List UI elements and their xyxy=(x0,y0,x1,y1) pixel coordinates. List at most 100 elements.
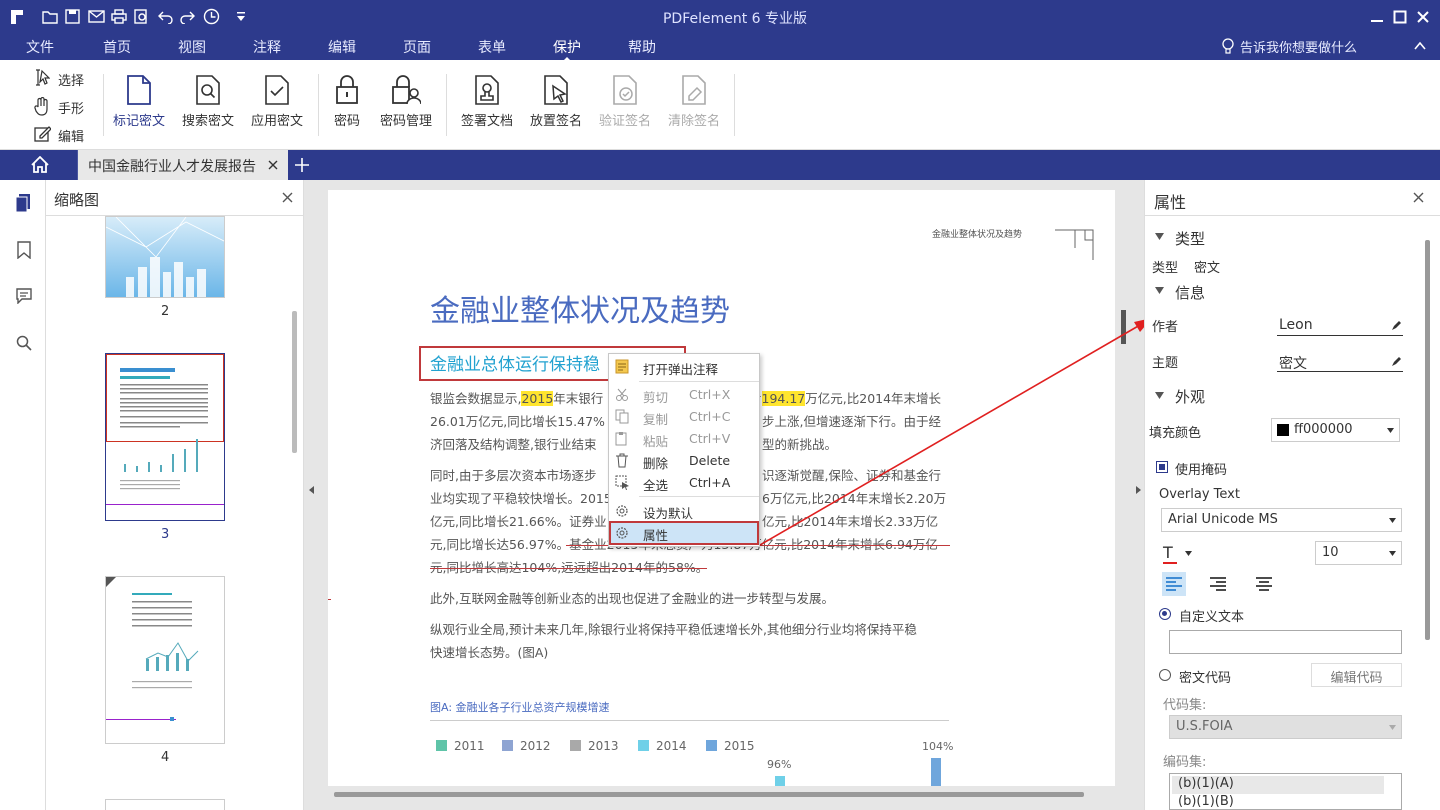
menu-item-delete[interactable]: 删除 Delete xyxy=(609,450,759,472)
font-dropdown[interactable]: Arial Unicode MS xyxy=(1161,508,1402,532)
menu-item-cut[interactable]: 剪切 Ctrl+X xyxy=(609,384,759,406)
thumbnail-page-2[interactable] xyxy=(105,216,225,298)
email-icon[interactable] xyxy=(88,9,105,24)
verify-sign-icon xyxy=(613,75,637,105)
pencil-icon[interactable] xyxy=(1391,320,1402,331)
align-left-button[interactable] xyxy=(1162,572,1186,596)
collapse-right-icon[interactable] xyxy=(1136,486,1142,494)
add-tab-icon[interactable] xyxy=(294,157,310,173)
comment-icon[interactable] xyxy=(16,288,32,304)
font-size-dropdown[interactable]: 10 xyxy=(1315,541,1402,565)
vertical-scrollbar[interactable] xyxy=(1121,310,1126,344)
undo-icon[interactable] xyxy=(158,9,173,24)
menu-form[interactable]: 表单 xyxy=(478,37,506,57)
menu-item-properties[interactable]: 属性 xyxy=(609,521,759,545)
search-icon[interactable] xyxy=(16,335,32,351)
close-tab-icon[interactable] xyxy=(268,160,278,170)
section-type: 类型 xyxy=(1175,230,1206,248)
tell-me-search[interactable]: 告诉我你想要做什么 xyxy=(1240,37,1357,56)
pencil-icon[interactable] xyxy=(1391,356,1402,367)
close-window-icon[interactable] xyxy=(1416,10,1430,24)
edit-code-button[interactable]: 编辑代码 xyxy=(1311,663,1402,687)
quick-access-dropdown-icon[interactable] xyxy=(236,11,246,23)
home-tab[interactable] xyxy=(0,150,78,180)
place-signature-button[interactable]: 放置签名 xyxy=(528,74,584,129)
clear-signature-button[interactable]: 清除签名 xyxy=(666,74,722,129)
bookmark-icon[interactable] xyxy=(17,241,31,259)
save-icon[interactable] xyxy=(65,9,80,24)
print-icon[interactable] xyxy=(111,9,127,24)
menu-protect[interactable]: 保护 xyxy=(553,37,581,62)
section-collapse-icon[interactable] xyxy=(1155,287,1164,294)
text-color-icon: T xyxy=(1163,543,1173,562)
mark-redaction-button[interactable]: 标记密文 xyxy=(111,74,167,129)
thumbnail-page-3[interactable] xyxy=(105,353,225,521)
code-listbox[interactable]: (b)(1)(A) (b)(1)(B) xyxy=(1169,773,1402,810)
fill-color-dropdown[interactable]: ff000000 xyxy=(1271,418,1400,442)
thumbnail-page-4[interactable] xyxy=(105,576,225,744)
horizontal-scrollbar[interactable] xyxy=(334,792,1084,797)
maximize-icon[interactable] xyxy=(1393,10,1407,24)
ribbon-separator xyxy=(446,74,447,136)
close-panel-icon[interactable] xyxy=(282,192,293,203)
redaction-code-radio[interactable] xyxy=(1159,669,1171,681)
subject-field[interactable]: 密文 xyxy=(1277,352,1403,372)
legend-swatch-2013 xyxy=(570,740,581,751)
menu-item-select-all[interactable]: 全选 Ctrl+A xyxy=(609,472,759,494)
menu-page[interactable]: 页面 xyxy=(403,37,431,57)
title-bar: PDFelement 6 专业版 xyxy=(0,0,1440,34)
search-redaction-button[interactable]: 搜索密文 xyxy=(180,74,236,129)
apply-redaction-button[interactable]: 应用密文 xyxy=(249,74,305,129)
align-center-icon[interactable] xyxy=(1256,577,1272,591)
clear-sign-icon xyxy=(682,75,706,105)
thumbnails-scrollbar[interactable] xyxy=(292,311,297,453)
sign-document-button[interactable]: 签署文档 xyxy=(459,74,515,129)
thumbnail-page-5[interactable] xyxy=(105,799,225,810)
legend-label-2012: 2012 xyxy=(520,739,551,753)
overlay-text-label: Overlay Text xyxy=(1159,487,1240,502)
paragraph-line: 6万亿元,比2014年末增长2.20万 xyxy=(762,491,947,506)
close-panel-icon[interactable] xyxy=(1413,192,1424,203)
menu-view[interactable]: 视图 xyxy=(178,37,206,57)
menu-item-open-popup[interactable]: 打开弹出注释 xyxy=(609,356,759,378)
history-icon[interactable] xyxy=(203,8,220,25)
menu-home[interactable]: 首页 xyxy=(103,37,131,57)
properties-panel: 属性 类型 类型 密文 信息 作者 Leon 主题 密文 外观 填充颜色 ff0… xyxy=(1144,180,1440,810)
open-folder-icon[interactable] xyxy=(42,9,58,24)
legend-label-2015: 2015 xyxy=(724,739,755,753)
author-field[interactable]: Leon xyxy=(1277,316,1403,336)
text-color-button[interactable]: T xyxy=(1163,543,1193,565)
doc-tab[interactable]: 中国金融行业人才发展报告 xyxy=(78,150,288,180)
code-list-item[interactable]: (b)(1)(A) xyxy=(1172,776,1384,794)
menu-help[interactable]: 帮助 xyxy=(628,37,656,57)
verify-signature-button[interactable]: 验证签名 xyxy=(597,74,653,129)
menu-comment[interactable]: 注释 xyxy=(253,37,281,57)
align-right-icon[interactable] xyxy=(1210,577,1226,591)
thumbnails-icon[interactable] xyxy=(15,193,31,213)
page-preview-graphic xyxy=(106,368,224,505)
collapse-left-icon[interactable] xyxy=(309,486,315,494)
legend-swatch-2012 xyxy=(502,740,513,751)
password-button[interactable]: 密码 xyxy=(327,74,367,129)
menu-item-set-default[interactable]: 设为默认 xyxy=(609,500,759,522)
section-collapse-icon[interactable] xyxy=(1155,392,1164,399)
password-manager-button[interactable]: 密码管理 xyxy=(378,74,434,129)
code-set-dropdown[interactable]: U.S.FOIA xyxy=(1169,715,1402,739)
panel-scrollbar[interactable] xyxy=(1425,240,1430,640)
print-preview-icon[interactable] xyxy=(134,9,149,24)
menu-item-paste[interactable]: 粘贴 Ctrl+V xyxy=(609,428,759,450)
collapse-ribbon-icon[interactable] xyxy=(1414,41,1426,51)
custom-text-input[interactable] xyxy=(1169,630,1402,654)
divider xyxy=(639,496,759,497)
menu-file[interactable]: 文件 xyxy=(26,37,54,57)
overlay-checkbox[interactable] xyxy=(1156,461,1168,473)
section-collapse-icon[interactable] xyxy=(1155,233,1164,240)
menu-item-copy[interactable]: 复制 Ctrl+C xyxy=(609,406,759,428)
code-list-item[interactable]: (b)(1)(B) xyxy=(1172,794,1384,809)
hand-icon xyxy=(34,97,48,116)
minimize-icon[interactable] xyxy=(1370,10,1384,24)
custom-text-radio[interactable] xyxy=(1159,608,1171,620)
type-value: 密文 xyxy=(1194,261,1221,276)
redo-icon[interactable] xyxy=(180,9,195,24)
menu-edit[interactable]: 编辑 xyxy=(328,37,356,57)
